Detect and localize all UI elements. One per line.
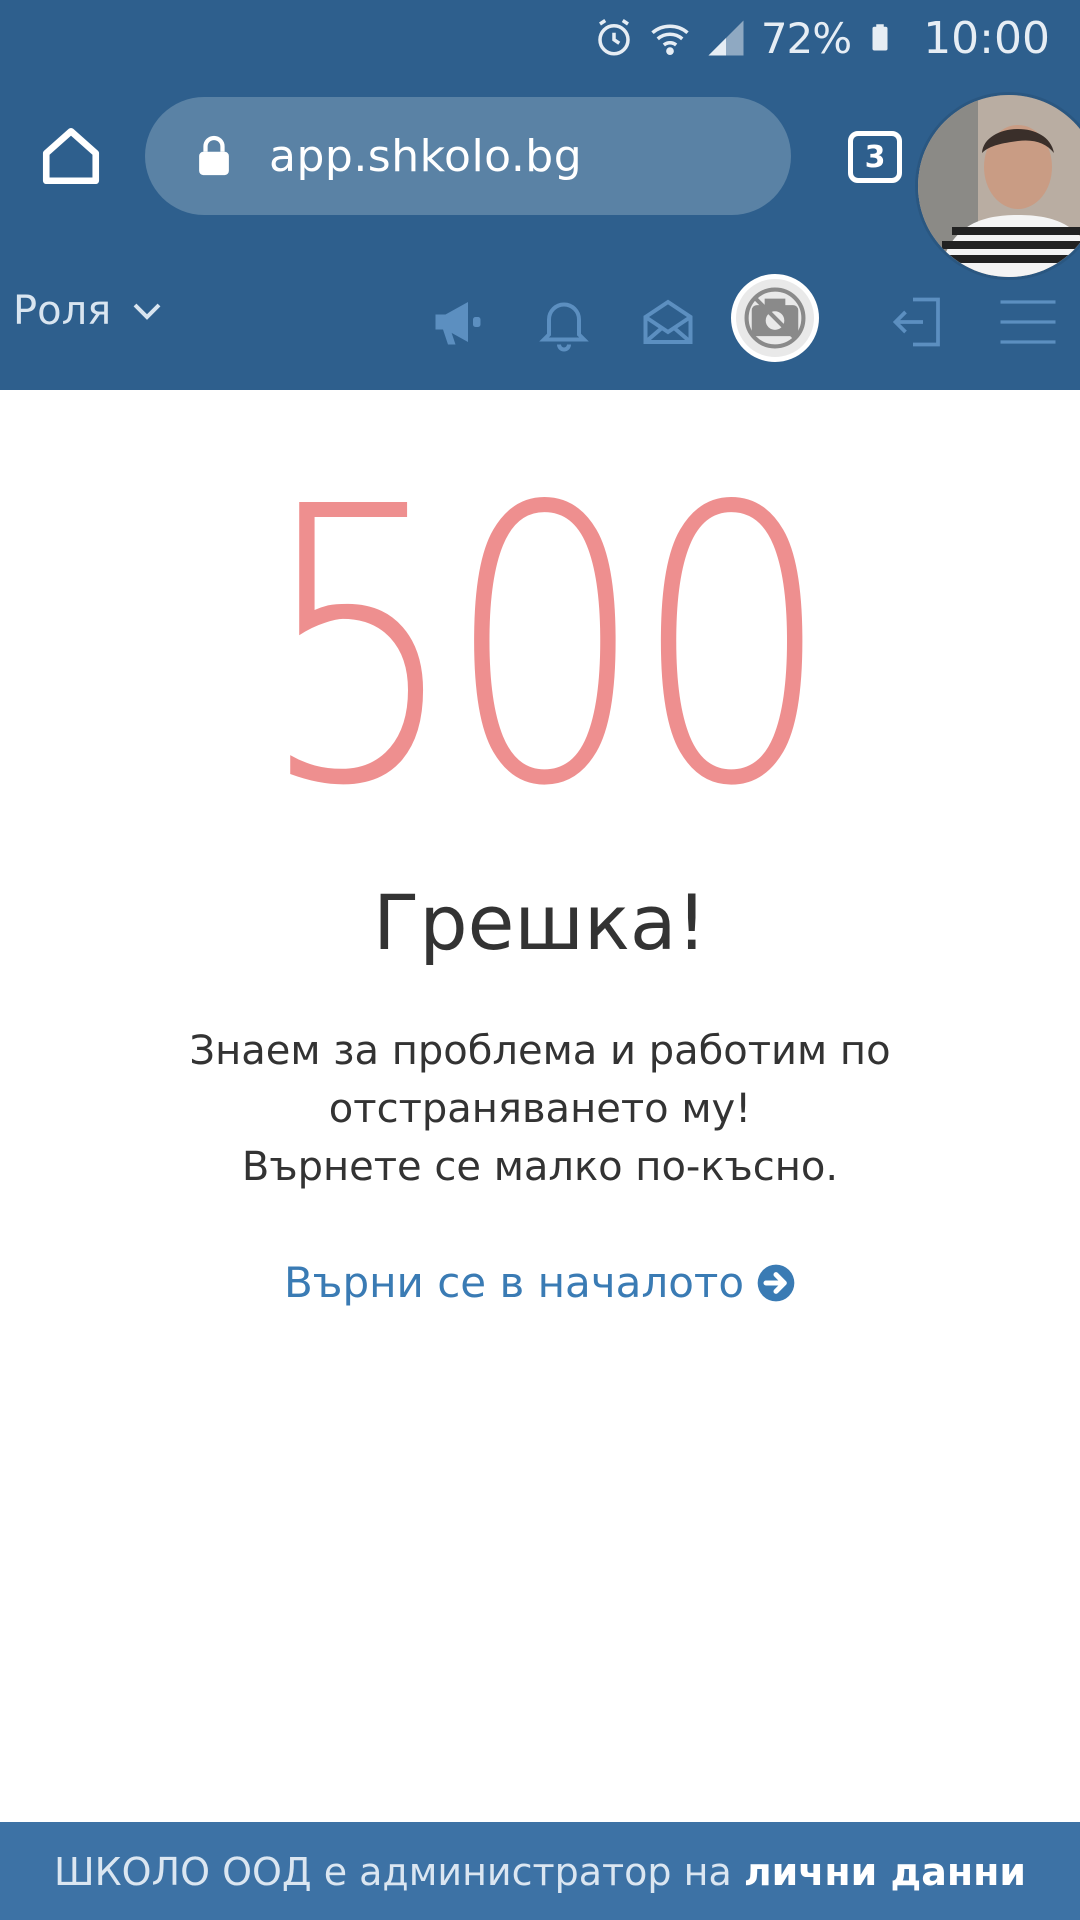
address-bar[interactable]: app.shkolo.bg [145, 97, 791, 215]
error-message-line: Върнете се малко по-късно. [241, 1144, 839, 1190]
error-message-line: Знаем за проблема и работим по [189, 1028, 891, 1074]
error-code: 500 [259, 426, 832, 869]
wifi-icon [651, 24, 689, 55]
logout-icon[interactable] [888, 292, 948, 352]
camera-off-button[interactable] [731, 274, 819, 362]
url-text: app.shkolo.bg [269, 130, 583, 182]
error-message: Знаем за проблема и работим по отстраняв… [0, 1022, 1080, 1196]
footer: ШКОЛО ООД е администратор на лични данни [0, 1822, 1080, 1920]
footer-text: ШКОЛО ООД е администратор на [54, 1850, 744, 1894]
site-nav: Роля [0, 262, 1080, 372]
error-message-line: отстраняването му! [328, 1086, 752, 1132]
avatar-photo [918, 95, 1080, 277]
back-link-label: Върни се в началото [283, 1258, 745, 1307]
role-dropdown[interactable]: Роля [13, 288, 161, 334]
signal-icon [708, 20, 744, 56]
status-bar: 72% 10:00 [0, 0, 1080, 78]
lock-icon [199, 135, 229, 176]
chevron-down-icon [133, 303, 161, 320]
bell-icon[interactable] [534, 292, 594, 352]
avatar[interactable] [918, 95, 1080, 277]
camera-off-icon [744, 287, 806, 349]
battery-icon [872, 24, 888, 51]
hamburger-menu-icon[interactable] [998, 292, 1058, 352]
clock: 10:00 [923, 12, 1050, 64]
status-icons: 72% 10:00 [593, 10, 1050, 66]
back-to-home-link[interactable]: Върни се в началото [0, 1258, 1080, 1307]
battery-percent: 72% [760, 13, 852, 63]
home-icon[interactable] [38, 123, 104, 189]
tabs-button[interactable]: 3 [848, 131, 902, 183]
arrow-circle-right-icon [757, 1264, 795, 1301]
alarm-icon [598, 19, 630, 56]
footer-bold-link[interactable]: лични данни [744, 1850, 1026, 1894]
megaphone-icon[interactable] [428, 292, 488, 352]
top-bar: 72% 10:00 app.shkolo.bg 3 Роля [0, 0, 1080, 390]
envelope-icon[interactable] [638, 292, 698, 352]
error-title: Грешка! [373, 878, 707, 967]
role-label: Роля [13, 288, 112, 334]
